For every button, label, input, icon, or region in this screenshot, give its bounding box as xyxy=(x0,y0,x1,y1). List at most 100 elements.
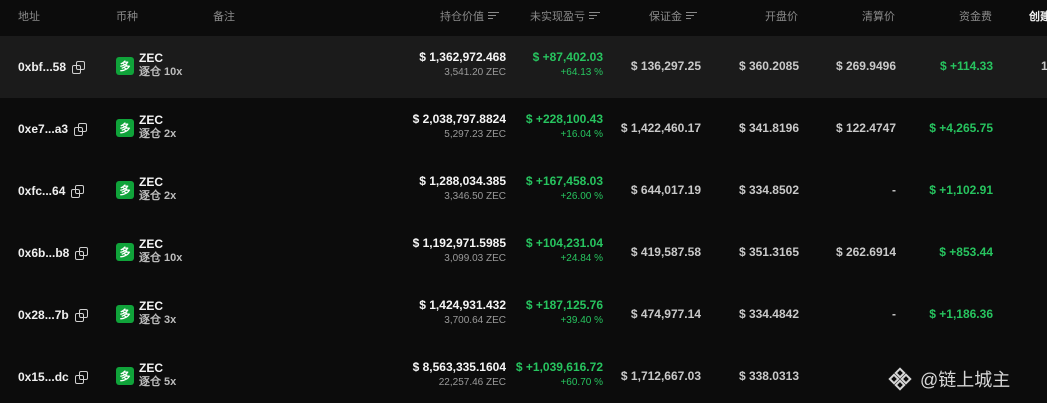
margin-value: $ 136,297.25 xyxy=(630,59,701,73)
position-size-coin: 5,297.23 ZEC xyxy=(444,129,506,140)
address-text[interactable]: 0xbf...58 xyxy=(18,60,66,74)
funding-fee: $ +114.33 xyxy=(939,59,993,73)
address-text[interactable]: 0x28...7b xyxy=(18,308,69,322)
address-text[interactable]: 0x6b...b8 xyxy=(18,246,69,260)
position-size-coin: 3,346.50 ZEC xyxy=(444,191,506,202)
coin-name: ZEC xyxy=(139,113,163,127)
position-size-coin: 3,099.03 ZEC xyxy=(444,253,506,264)
pnl-percent: +64.13 % xyxy=(560,67,603,78)
position-value-cell: $ 1,362,972.468 3,541.20 ZEC xyxy=(419,49,506,80)
pnl-value: $ +87,402.03 xyxy=(532,50,603,64)
position-size-coin: 22,257.46 ZEC xyxy=(438,377,506,388)
header-position-value-label: 持仓价值 xyxy=(440,11,484,23)
entry-price: $ 334.4842 xyxy=(738,307,799,321)
margin-value: $ 1,712,667.03 xyxy=(620,369,701,383)
table-row[interactable]: 0xfc...64 多 ZEC 逐仓 2x $ 1,288,034.385 3,… xyxy=(0,160,1047,222)
address-text[interactable]: 0x15...dc xyxy=(18,370,69,384)
position-value-usd: $ 8,563,335.1604 xyxy=(412,360,506,374)
sort-icon[interactable] xyxy=(686,12,697,20)
copy-icon[interactable] xyxy=(74,371,88,384)
long-badge: 多 xyxy=(116,366,134,385)
coin-name: ZEC xyxy=(139,175,163,189)
entry-price: $ 360.2085 xyxy=(738,59,799,73)
table-row[interactable]: 0xe7...a3 多 ZEC 逐仓 2x $ 2,038,797.8824 5… xyxy=(0,98,1047,160)
position-value-cell: $ 8,563,335.1604 22,257.46 ZEC xyxy=(413,359,506,390)
sort-icon[interactable] xyxy=(589,12,600,20)
copy-icon[interactable] xyxy=(71,185,85,198)
header-margin-label: 保证金 xyxy=(649,11,682,23)
address-cell[interactable]: 0x28...7b xyxy=(18,308,88,322)
table-row[interactable]: 0x6b...b8 多 ZEC 逐仓 10x $ 1,192,971.5985 … xyxy=(0,222,1047,284)
pnl-value: $ +228,100.43 xyxy=(525,112,603,126)
coin-name: ZEC xyxy=(139,299,163,313)
position-size-coin: 3,700.64 ZEC xyxy=(444,315,506,326)
funding-fee: $ +1,102.91 xyxy=(929,183,993,197)
address-cell[interactable]: 0xfc...64 xyxy=(18,184,85,198)
table-header: 地址 币种 备注 持仓价值 未实现盈亏 保证金 开盘价 清算价 资金费 创建 xyxy=(0,0,1047,30)
header-created: 创建 xyxy=(1029,11,1047,23)
margin-value: $ 474,977.14 xyxy=(630,307,701,321)
created-value: 1 xyxy=(1041,59,1047,73)
copy-icon[interactable] xyxy=(75,247,89,260)
coin-cell: 多 ZEC 逐仓 3x xyxy=(116,299,176,328)
pnl-percent: +24.84 % xyxy=(560,253,603,264)
coin-cell: 多 ZEC 逐仓 10x xyxy=(116,51,182,80)
coin-name: ZEC xyxy=(139,237,163,251)
position-value-usd: $ 1,192,971.5985 xyxy=(412,236,506,250)
pnl-value: $ +104,231.04 xyxy=(525,236,603,250)
liq-price: $ 269.9496 xyxy=(835,59,896,73)
position-size-coin: 3,541.20 ZEC xyxy=(444,67,506,78)
copy-icon[interactable] xyxy=(72,61,86,74)
copy-icon[interactable] xyxy=(74,123,88,136)
long-badge: 多 xyxy=(116,56,134,75)
entry-price: $ 351.3165 xyxy=(738,245,799,259)
coin-cell: 多 ZEC 逐仓 10x xyxy=(116,237,182,266)
coin-name: ZEC xyxy=(139,51,163,65)
margin-value: $ 644,017.19 xyxy=(630,183,701,197)
table-row[interactable]: 0xbf...58 多 ZEC 逐仓 10x $ 1,362,972.468 3… xyxy=(0,36,1047,98)
position-value-usd: $ 1,288,034.385 xyxy=(419,174,506,188)
header-margin[interactable]: 保证金 xyxy=(649,8,697,24)
header-liq-price: 清算价 xyxy=(862,11,895,23)
address-text[interactable]: 0xe7...a3 xyxy=(18,122,68,136)
address-cell[interactable]: 0x15...dc xyxy=(18,370,88,384)
address-text[interactable]: 0xfc...64 xyxy=(18,184,65,198)
header-position-value[interactable]: 持仓价值 xyxy=(440,8,499,24)
liq-price: - xyxy=(892,183,896,197)
position-value-cell: $ 1,192,971.5985 3,099.03 ZEC xyxy=(413,235,506,266)
funding-fee: $ +1,186.36 xyxy=(929,307,993,321)
margin-value: $ 419,587.58 xyxy=(630,245,701,259)
watermark-text: @链上城主 xyxy=(920,370,1011,390)
pnl-cell: $ +104,231.04 +24.84 % xyxy=(526,235,603,266)
pnl-value: $ +167,458.03 xyxy=(525,174,603,188)
address-cell[interactable]: 0x6b...b8 xyxy=(18,246,89,260)
header-unrealized-pnl[interactable]: 未实现盈亏 xyxy=(530,8,600,24)
entry-price: $ 334.8502 xyxy=(738,183,799,197)
header-funding: 资金费 xyxy=(959,11,992,23)
address-cell[interactable]: 0xe7...a3 xyxy=(18,122,88,136)
liq-price: - xyxy=(892,307,896,321)
pnl-value: $ +187,125.76 xyxy=(525,298,603,312)
position-value-usd: $ 1,424,931.432 xyxy=(419,298,506,312)
binance-square-logo-icon xyxy=(888,367,912,391)
pnl-percent: +16.04 % xyxy=(560,129,603,140)
pnl-percent: +60.70 % xyxy=(560,377,603,388)
pnl-cell: $ +167,458.03 +26.00 % xyxy=(526,173,603,204)
leverage-text: 逐仓 3x xyxy=(139,314,177,326)
pnl-cell: $ +1,039,616.72 +60.70 % xyxy=(516,359,603,390)
header-coin: 币种 xyxy=(116,11,138,23)
liq-price: $ 122.4747 xyxy=(835,121,896,135)
sort-icon[interactable] xyxy=(488,12,499,20)
address-cell[interactable]: 0xbf...58 xyxy=(18,60,86,74)
position-value-cell: $ 1,424,931.432 3,700.64 ZEC xyxy=(419,297,506,328)
coin-cell: 多 ZEC 逐仓 2x xyxy=(116,175,176,204)
table-row[interactable]: 0x28...7b 多 ZEC 逐仓 3x $ 1,424,931.432 3,… xyxy=(0,284,1047,346)
long-badge: 多 xyxy=(116,242,134,261)
pnl-percent: +26.00 % xyxy=(560,191,603,202)
leverage-text: 逐仓 2x xyxy=(139,190,177,202)
funding-fee: $ +4,265.75 xyxy=(929,121,993,135)
copy-icon[interactable] xyxy=(74,309,88,322)
leverage-text: 逐仓 10x xyxy=(139,66,183,78)
position-value-cell: $ 1,288,034.385 3,346.50 ZEC xyxy=(419,173,506,204)
coin-name: ZEC xyxy=(139,361,163,375)
